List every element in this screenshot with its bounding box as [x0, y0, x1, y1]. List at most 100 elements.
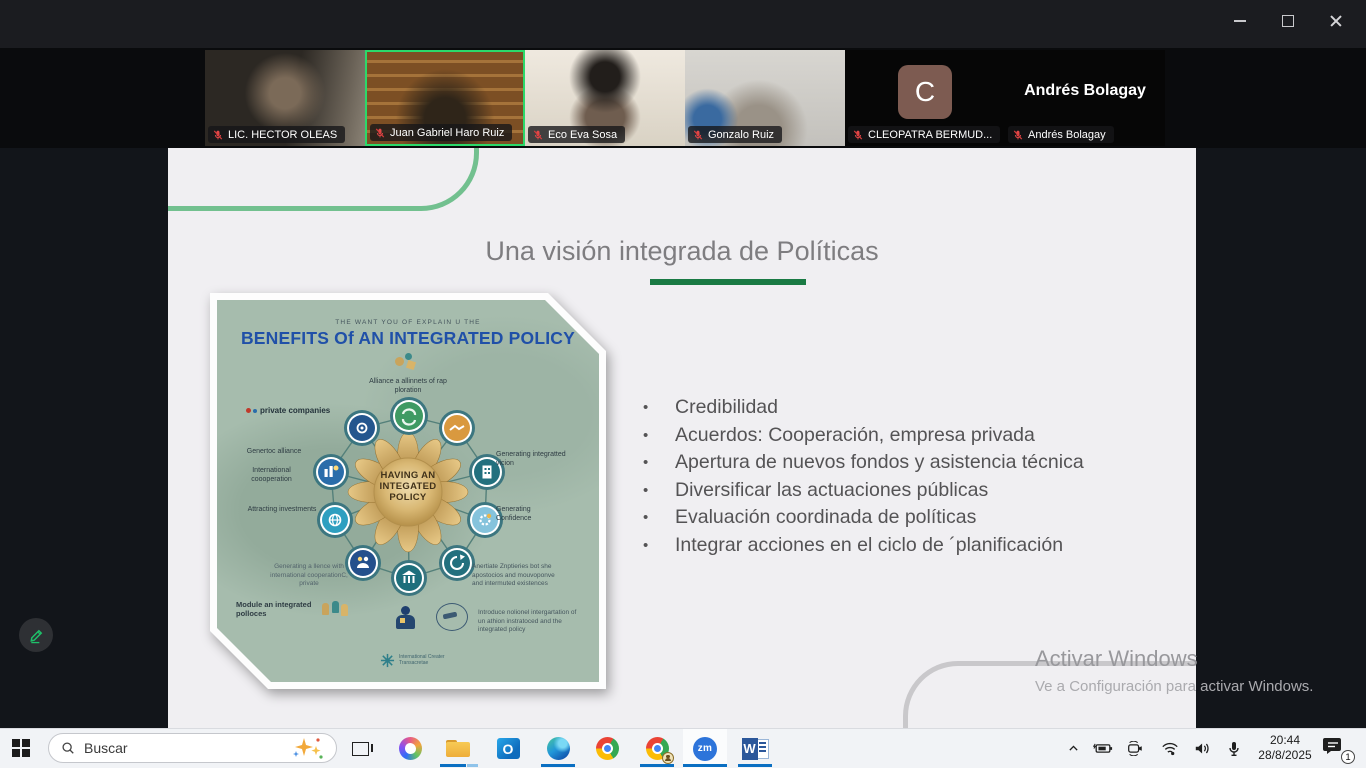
participant-name-label: Juan Gabriel Haro Ruiz	[370, 124, 512, 141]
windows-logo-icon	[12, 739, 20, 747]
infographic-image: THE WANT YOU OF EXPLAIN U THE BENEFITS O…	[210, 293, 606, 689]
mic-muted-icon	[852, 129, 864, 141]
battery-tray-button[interactable]	[1088, 729, 1118, 768]
camera-icon	[1126, 741, 1144, 756]
volume-icon	[1194, 741, 1212, 756]
minimize-icon	[1234, 20, 1246, 22]
participant-name-label: Gonzalo Ruiz	[688, 126, 782, 143]
list-item: Evaluación coordinada de políticas	[638, 504, 1168, 532]
participant-name: Juan Gabriel Haro Ruiz	[390, 127, 504, 139]
participant-tile[interactable]: Andrés Bolagay Andrés Bolagay	[1005, 50, 1165, 146]
globe-node-icon	[317, 502, 353, 538]
label-private-companies: private companies	[246, 406, 332, 415]
zoom-meeting-window: LIC. HECTOR OLEAS Juan Gabriel Haro Ruiz…	[0, 0, 1366, 768]
file-explorer-button[interactable]	[436, 729, 480, 768]
slide-title: Una visión integrada de Políticas	[168, 236, 1196, 267]
volume-tray-button[interactable]	[1188, 729, 1218, 768]
wifi-tray-button[interactable]	[1155, 729, 1185, 768]
running-indicator-explorer-2	[467, 764, 478, 767]
title-underline-accent	[650, 279, 806, 285]
close-button[interactable]	[1312, 2, 1360, 40]
task-view-icon	[352, 742, 369, 756]
copilot-button[interactable]	[388, 729, 432, 768]
video-strip: LIC. HECTOR OLEAS Juan Gabriel Haro Ruiz…	[0, 48, 1366, 148]
bullet-icon	[638, 422, 675, 450]
label-introduce: Introduce nolionel intergartation of un …	[478, 609, 580, 635]
mic-muted-icon	[374, 127, 386, 139]
windows-logo-icon	[22, 739, 30, 747]
circular-arrows-node-icon	[439, 545, 475, 581]
alliance-mini-icon	[393, 351, 423, 373]
participant-name-label: Andrés Bolagay	[1008, 126, 1114, 143]
camera-tray-button[interactable]	[1120, 729, 1150, 768]
restore-button[interactable]	[1264, 2, 1312, 40]
participant-tile[interactable]: Eco Eva Sosa	[525, 50, 685, 146]
window-controls	[1216, 2, 1360, 40]
people-mini-icons	[322, 599, 348, 617]
running-indicator-zoom-active	[683, 764, 727, 767]
person-badge-icon	[393, 606, 419, 632]
footer-logo-text: International Creater Transacretae	[399, 655, 457, 666]
task-view-button[interactable]	[338, 729, 382, 768]
window-titlebar	[0, 0, 1366, 48]
microphone-tray-button[interactable]	[1219, 729, 1249, 768]
pencil-icon	[28, 627, 45, 644]
bullet-icon	[638, 504, 675, 532]
participant-display-name: Andrés Bolagay	[1005, 50, 1165, 132]
tray-date: 28/8/2025	[1250, 748, 1320, 763]
mic-muted-icon	[1012, 129, 1024, 141]
bike-icon-wheel	[253, 409, 257, 413]
participant-name-label: Eco Eva Sosa	[528, 126, 625, 143]
restore-icon	[1282, 15, 1294, 27]
edge-button[interactable]	[536, 729, 580, 768]
clock[interactable]: 20:44 28/8/2025	[1250, 733, 1320, 763]
bullet-icon	[638, 449, 675, 477]
battery-charging-icon	[1093, 742, 1113, 755]
presentation-slide: Una visión integrada de Políticas	[168, 148, 1196, 729]
participant-tile-active-speaker[interactable]: Juan Gabriel Haro Ruiz	[365, 50, 525, 146]
infographic-kicker-text: THE WANT YOU OF EXPLAIN U THE	[210, 319, 606, 326]
chrome-icon	[596, 737, 619, 760]
windows-logo-icon	[12, 749, 20, 757]
city-coin-node-icon	[313, 454, 349, 490]
outlook-icon: O	[497, 738, 520, 759]
infographic-footer-logo: International Creater Transacretae	[380, 653, 470, 668]
word-button[interactable]: W	[733, 729, 777, 768]
list-item: Integrar acciones en el ciclo de ´planif…	[638, 532, 1168, 560]
chrome-profile-button[interactable]	[635, 729, 679, 768]
label-anertiate: Anertiate Znptieries bot she apostocios …	[472, 563, 564, 589]
chrome-button[interactable]	[585, 729, 629, 768]
label-generating-confidence: Generating Confidence	[496, 506, 566, 523]
participant-tile[interactable]: C CLEOPATRA BERMUD...	[845, 50, 1005, 146]
zoom-app-button[interactable]: zm	[683, 729, 727, 768]
annotate-button[interactable]	[19, 618, 53, 652]
zoom-app-icon: zm	[693, 737, 717, 761]
running-indicator-edge	[541, 764, 575, 767]
close-icon	[1329, 14, 1343, 28]
tray-expand-button[interactable]	[1058, 729, 1088, 768]
notification-center-button[interactable]: 1	[1322, 736, 1352, 762]
list-item: Acuerdos: Cooperación, empresa privada	[638, 422, 1168, 450]
running-indicator-word	[738, 764, 772, 767]
search-icon	[61, 741, 75, 755]
participant-tile[interactable]: Gonzalo Ruiz	[685, 50, 845, 146]
start-button[interactable]	[12, 739, 30, 757]
mic-muted-icon	[692, 129, 704, 141]
notification-count-badge: 1	[1341, 750, 1355, 764]
slide-decoration-green-curve	[168, 148, 479, 211]
tray-time: 20:44	[1250, 733, 1320, 748]
infographic-title: BENEFITS Of AN INTEGRATED POLICY	[210, 328, 606, 349]
outlook-button[interactable]: O	[486, 729, 530, 768]
participant-tile[interactable]: LIC. HECTOR OLEAS	[205, 50, 365, 146]
shared-screen-area: Una visión integrada de Políticas	[0, 148, 1366, 729]
list-item: Apertura de nuevos fondos y asistencia t…	[638, 449, 1168, 477]
label-alliance: Alliance a allinnets of rap ploration	[358, 378, 458, 395]
wifi-icon	[1161, 741, 1179, 756]
windows-activation-watermark: Activar Windows Ve a Configuración para …	[1035, 646, 1313, 695]
search-box[interactable]: Buscar	[48, 733, 337, 763]
bullet-icon	[638, 394, 675, 422]
list-item: Diversificar las actuaciones públicas	[638, 477, 1168, 505]
minimize-button[interactable]	[1216, 2, 1264, 40]
participant-name: LIC. HECTOR OLEAS	[228, 129, 337, 141]
recycle-node-icon	[390, 397, 428, 435]
